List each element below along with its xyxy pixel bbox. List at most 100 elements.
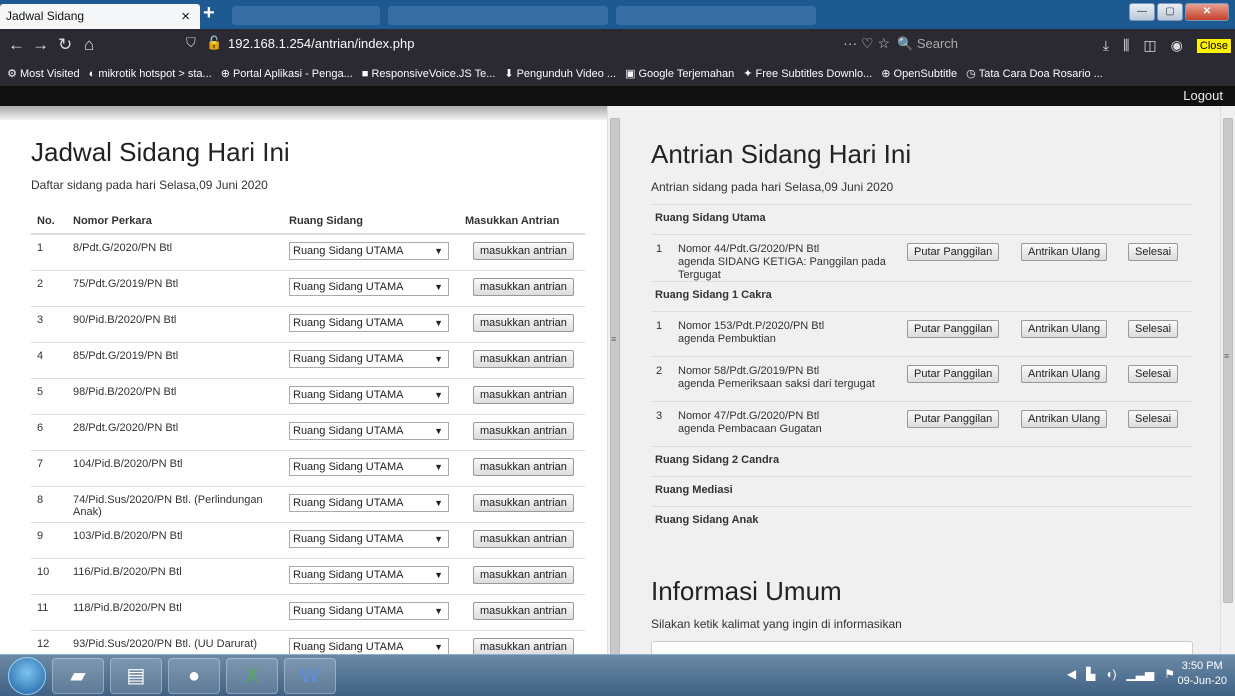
logout-link[interactable]: Logout (1183, 88, 1223, 103)
row-ruang-cell: Ruang Sidang UTAMA ▼ (283, 557, 459, 594)
masukkan-antrian-button[interactable]: masukkan antrian (473, 529, 574, 548)
close-badge[interactable]: Close (1196, 38, 1231, 53)
masukkan-antrian-button[interactable]: masukkan antrian (473, 493, 574, 512)
queue-no: 3 (656, 410, 663, 422)
bookmark-item[interactable]: ⚙ Most Visited (7, 62, 80, 86)
bookmark-item[interactable]: ◷ Tata Cara Doa Rosario ... (966, 62, 1103, 86)
bookmark-item[interactable]: ✦ Free Subtitles Downlo... (743, 62, 872, 86)
folder-icon[interactable]: ▤ (110, 658, 162, 694)
antrikan-ulang-button[interactable]: Antrikan Ulang (1021, 243, 1108, 261)
row-no: 2 (31, 269, 67, 306)
url-text[interactable]: 192.168.1.254/antrian/index.php (228, 36, 415, 51)
ruang-select[interactable]: Ruang Sidang UTAMA ▼ (289, 457, 449, 476)
selesai-button[interactable]: Selesai (1128, 243, 1179, 261)
info-textarea[interactable] (651, 641, 1193, 654)
bookmark-item[interactable]: ◐ mikrotik hotspot > sta... (89, 62, 212, 86)
ruang-select[interactable]: Ruang Sidang UTAMA ▼ (289, 565, 449, 584)
masukkan-antrian-button[interactable]: masukkan antrian (473, 637, 574, 654)
antrikan-ulang-button[interactable]: Antrikan Ulang (1021, 365, 1108, 383)
page-actions-icon[interactable]: ··· ♡ ☆ (843, 35, 890, 52)
window-close-icon[interactable]: ✕ (1185, 3, 1229, 21)
browser-tab[interactable]: Jadwal Sidang × (0, 4, 200, 29)
row-ruang-cell: Ruang Sidang UTAMA ▼ (283, 413, 459, 450)
ruang-select[interactable]: Ruang Sidang UTAMA ▼ (289, 421, 449, 440)
clock[interactable]: 3:50 PM 09-Jun-20 (1177, 659, 1227, 689)
action-center-icon[interactable]: ⚑ (1164, 667, 1175, 681)
selesai-button[interactable]: Selesai (1128, 320, 1179, 338)
putar-panggilan-button[interactable]: Putar Panggilan (907, 410, 1000, 428)
download-icon[interactable]: ⤓ (1103, 37, 1109, 54)
selesai-button[interactable]: Selesai (1128, 365, 1179, 383)
row-nomor: 93/Pid.Sus/2020/PN Btl. (UU Darurat) (67, 629, 283, 654)
reload-icon[interactable]: ↻ (58, 35, 72, 55)
ruang-select[interactable]: Ruang Sidang UTAMA ▼ (289, 637, 449, 654)
bookmark-item[interactable]: ▣ Google Terjemahan (625, 62, 734, 86)
blurred-tab[interactable] (616, 6, 816, 25)
masukkan-antrian-button[interactable]: masukkan antrian (473, 421, 574, 440)
search-input[interactable]: 🔍 Search (887, 33, 1107, 57)
network-icon[interactable]: ▙ (1086, 667, 1095, 681)
minimize-icon[interactable]: — (1129, 3, 1155, 21)
right-scrollbar[interactable]: ≡ (1220, 106, 1235, 654)
left-scrollbar[interactable]: ≡ (607, 106, 621, 674)
selesai-button[interactable]: Selesai (1128, 410, 1179, 428)
masukkan-antrian-button[interactable]: masukkan antrian (473, 457, 574, 476)
antrikan-ulang-button[interactable]: Antrikan Ulang (1021, 410, 1108, 428)
row-ruang-cell: Ruang Sidang UTAMA ▼ (283, 305, 459, 342)
ruang-select[interactable]: Ruang Sidang UTAMA ▼ (289, 529, 449, 548)
new-tab-icon[interactable]: + (203, 2, 215, 25)
ruang-select[interactable]: Ruang Sidang UTAMA ▼ (289, 349, 449, 368)
tray-arrow-icon[interactable]: ◀ (1067, 667, 1076, 681)
volume-icon[interactable]: ◖) (1105, 667, 1116, 681)
masukkan-antrian-button[interactable]: masukkan antrian (473, 385, 574, 404)
scrollbar-thumb[interactable] (610, 118, 620, 674)
ruang-select[interactable]: Ruang Sidang UTAMA ▼ (289, 493, 449, 512)
bookmark-item[interactable]: ⊕ Portal Aplikasi - Penga... (221, 62, 353, 86)
home-icon[interactable]: ⌂ (84, 35, 94, 55)
bookmark-item[interactable]: ⊕ OpenSubtitle (881, 62, 957, 86)
tab-close-icon[interactable]: × (181, 4, 190, 29)
excel-icon[interactable]: X (226, 658, 278, 694)
masukkan-antrian-button[interactable]: masukkan antrian (473, 313, 574, 332)
library-icon[interactable]: ⫼ (1123, 37, 1129, 54)
table-row: 10 116/Pid.B/2020/PN Btl Ruang Sidang UTAM… (31, 557, 585, 594)
ruang-select[interactable]: Ruang Sidang UTAMA ▼ (289, 313, 449, 332)
forward-icon[interactable]: → (32, 35, 49, 55)
start-orb-icon[interactable] (8, 657, 46, 695)
ruang-select-value: Ruang Sidang UTAMA (293, 352, 404, 365)
table-row: 11 118/Pid.B/2020/PN Btl Ruang Sidang UTAM… (31, 593, 585, 630)
masukkan-antrian-button[interactable]: masukkan antrian (473, 277, 574, 296)
splitter-grip-icon[interactable]: ≡ (611, 334, 616, 344)
maximize-icon[interactable]: ▢ (1157, 3, 1183, 21)
row-action-cell: masukkan antrian (459, 269, 585, 306)
ruang-select[interactable]: Ruang Sidang UTAMA ▼ (289, 601, 449, 620)
file-explorer-icon[interactable]: ▰ (52, 658, 104, 694)
word-icon[interactable]: W (284, 658, 336, 694)
queue-desc: Nomor 44/Pdt.G/2020/PN Btl agenda SIDANG … (678, 243, 893, 282)
bookmark-item[interactable]: ■ ResponsiveVoice.JS Te... (362, 62, 496, 86)
account-icon[interactable]: ◉ (1171, 37, 1183, 54)
sidebar-icon[interactable]: ◫ (1143, 37, 1156, 54)
blurred-tab[interactable] (232, 6, 380, 25)
taskbar: ▰ ▤ ● X W ◀ ▙ ◖) ▁▃▅ ⚑ 3:50 PM 09-Jun-20 (0, 654, 1235, 696)
subtitles-icon: ✦ (743, 68, 753, 80)
ruang-select[interactable]: Ruang Sidang UTAMA ▼ (289, 277, 449, 296)
masukkan-antrian-button[interactable]: masukkan antrian (473, 601, 574, 620)
table-row: 12 93/Pid.Sus/2020/PN Btl. (UU Darurat) Ru… (31, 629, 585, 654)
bookmark-item[interactable]: ⬇ Pengunduh Video ... (504, 62, 616, 86)
ruang-select[interactable]: Ruang Sidang UTAMA ▼ (289, 385, 449, 404)
masukkan-antrian-button[interactable]: masukkan antrian (473, 565, 574, 584)
insecure-lock-icon[interactable]: 🔓 (206, 35, 222, 51)
antrikan-ulang-button[interactable]: Antrikan Ulang (1021, 320, 1108, 338)
url-bar[interactable]: ⛉ 🔓 192.168.1.254/antrian/index.php ··· … (170, 33, 890, 57)
firefox-icon[interactable]: ● (168, 658, 220, 694)
signal-icon[interactable]: ▁▃▅ (1127, 667, 1155, 681)
putar-panggilan-button[interactable]: Putar Panggilan (907, 243, 1000, 261)
putar-panggilan-button[interactable]: Putar Panggilan (907, 320, 1000, 338)
masukkan-antrian-button[interactable]: masukkan antrian (473, 349, 574, 368)
ruang-select[interactable]: Ruang Sidang UTAMA ▼ (289, 242, 449, 260)
back-icon[interactable]: ← (8, 35, 25, 55)
putar-panggilan-button[interactable]: Putar Panggilan (907, 365, 1000, 383)
masukkan-antrian-button[interactable]: masukkan antrian (473, 242, 574, 260)
blurred-tab[interactable] (388, 6, 608, 25)
